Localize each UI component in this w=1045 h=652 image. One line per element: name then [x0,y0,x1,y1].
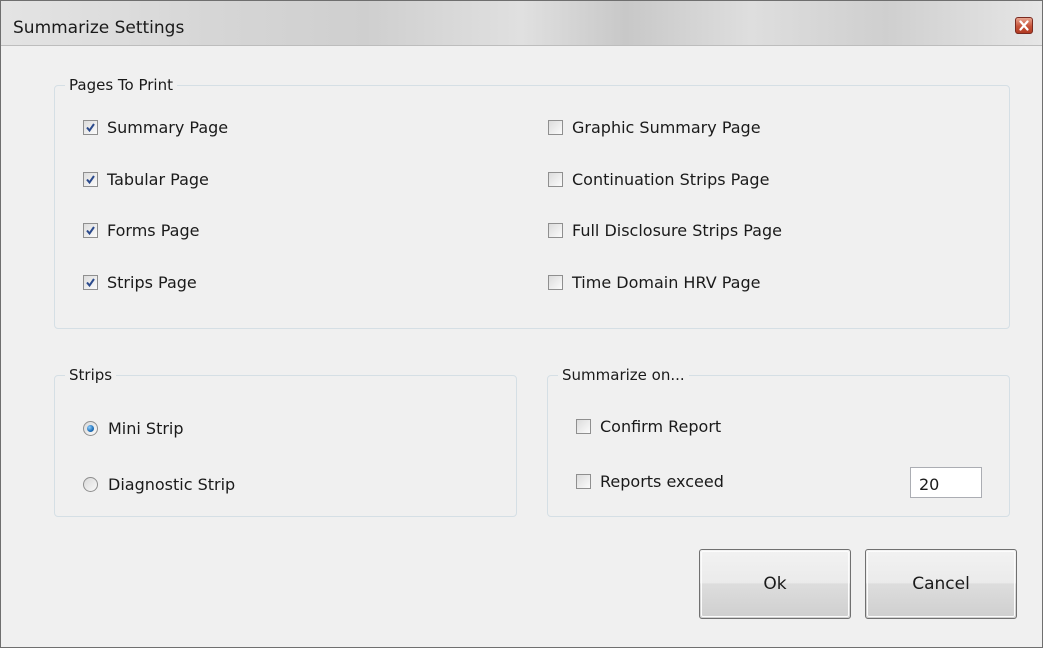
checkmark-icon [86,122,95,132]
confirm-report-checkbox[interactable]: Confirm Report [576,415,721,437]
checkbox-box[interactable] [83,274,98,290]
checkbox-label: Reports exceed [600,471,724,491]
ok-button[interactable]: Ok [699,549,851,619]
window-title: Summarize Settings [13,18,185,38]
cancel-button[interactable]: Cancel [865,549,1017,619]
close-button[interactable] [1015,17,1033,34]
summarize-on-legend: Summarize on... [558,366,689,384]
checkbox-box[interactable] [548,171,563,187]
checkbox-box[interactable] [83,119,98,135]
checkmark-icon [86,277,95,287]
checkbox-label: Summary Page [107,117,229,137]
reports-exceed-checkbox[interactable]: Reports exceed [576,470,724,492]
checkbox-label: Continuation Strips Page [572,169,770,189]
close-x-icon [1019,20,1029,31]
summary-page-checkbox[interactable]: Summary Page [83,116,228,138]
radio-label: Diagnostic Strip [108,474,236,494]
graphic-summary-page-checkbox[interactable]: Graphic Summary Page [548,116,761,138]
checkbox-box[interactable] [548,274,563,290]
checkbox-label: Full Disclosure Strips Page [572,220,782,240]
checkbox-box[interactable] [576,473,591,489]
checkbox-label: Confirm Report [600,416,722,436]
checkbox-box[interactable] [548,119,563,135]
checkbox-label: Time Domain HRV Page [572,272,761,292]
strips-legend: Strips [65,366,117,384]
checkbox-box[interactable] [548,222,563,238]
pages-to-print-legend: Pages To Print [65,76,177,94]
strips-page-checkbox[interactable]: Strips Page [83,271,197,293]
radio-button[interactable] [83,420,98,436]
summarize-on-group: Summarize on... Confirm Report Reports e… [547,366,1010,517]
radio-button[interactable] [83,476,98,492]
time-domain-hrv-page-checkbox[interactable]: Time Domain HRV Page [548,271,760,293]
checkbox-label: Graphic Summary Page [572,117,761,137]
checkbox-box[interactable] [83,171,98,187]
mini-strip-radio[interactable]: Mini Strip [83,417,184,439]
checkbox-label: Strips Page [107,272,197,292]
diagnostic-strip-radio[interactable]: Diagnostic Strip [83,473,235,495]
checkbox-label: Forms Page [107,220,200,240]
checkmark-icon [86,174,95,184]
dialog-body: Pages To Print Summary Page Tabular Page… [9,46,1034,641]
strips-group: Strips Mini Strip Diagnostic Strip [54,366,517,517]
title-bar[interactable]: Summarize Settings [1,1,1042,46]
full-disclosure-strips-page-checkbox[interactable]: Full Disclosure Strips Page [548,219,782,241]
checkbox-label: Tabular Page [107,169,209,189]
checkbox-box[interactable] [83,222,98,238]
cancel-button-label: Cancel [912,574,970,594]
ok-button-label: Ok [763,574,787,594]
continuation-strips-page-checkbox[interactable]: Continuation Strips Page [548,168,769,190]
summarize-settings-dialog: Summarize Settings Pages To Print Summar… [0,0,1043,648]
radio-label: Mini Strip [108,418,184,438]
forms-page-checkbox[interactable]: Forms Page [83,219,199,241]
radio-dot-icon [87,424,94,432]
pages-to-print-group: Pages To Print Summary Page Tabular Page… [54,76,1010,329]
reports-exceed-input[interactable] [910,467,982,498]
checkmark-icon [86,225,95,235]
tabular-page-checkbox[interactable]: Tabular Page [83,168,209,190]
checkbox-box[interactable] [576,418,591,434]
